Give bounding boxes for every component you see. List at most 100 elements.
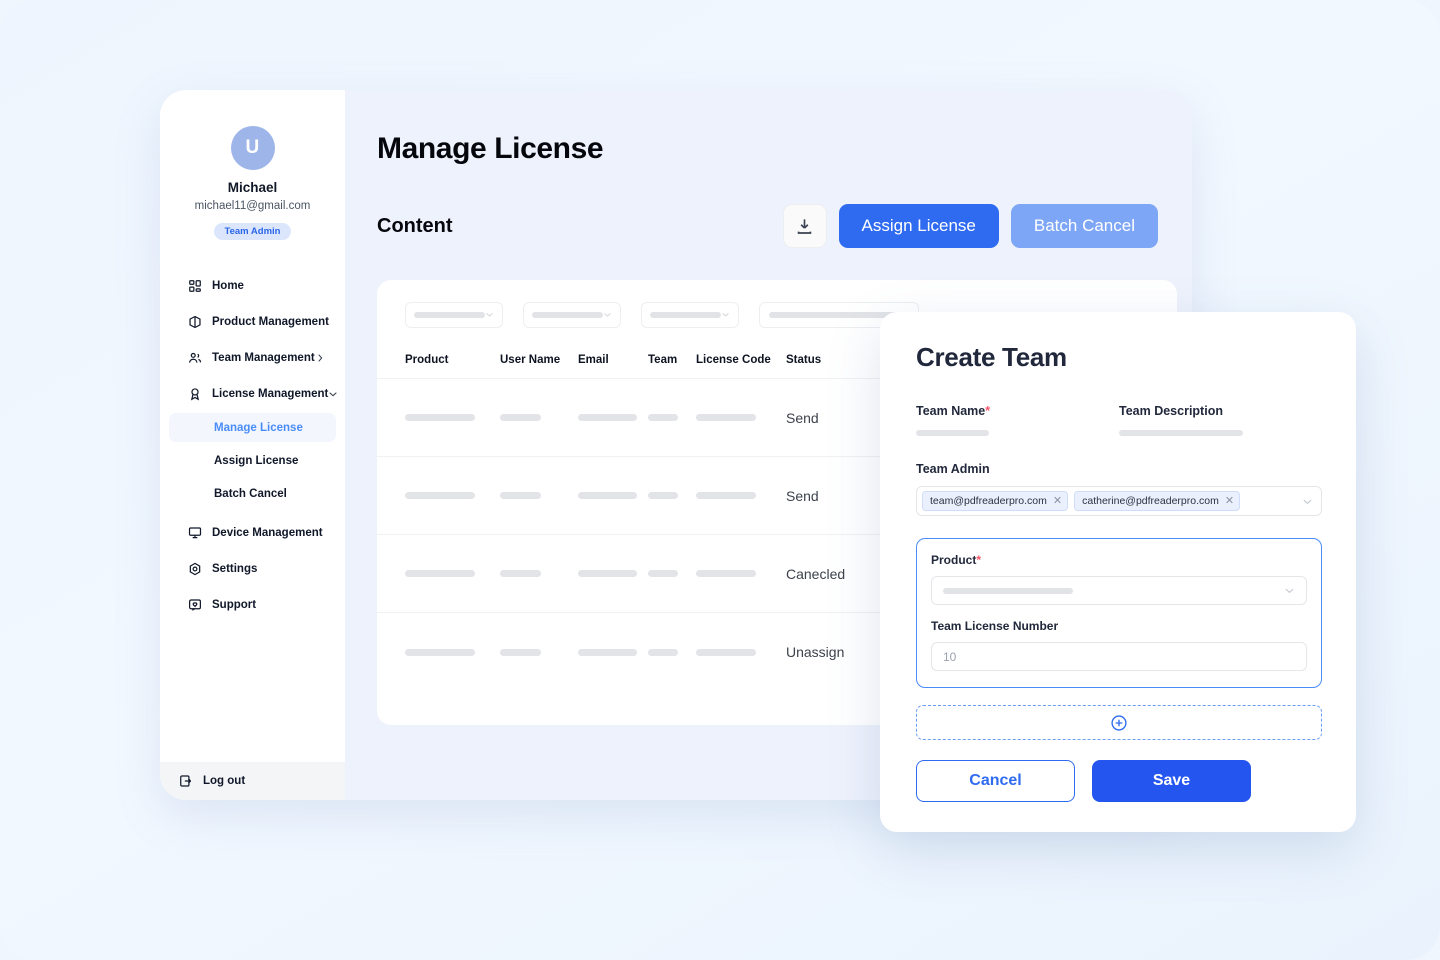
create-team-modal: Create Team Team Name* Team Description … xyxy=(880,312,1356,832)
team-license-number-label: Team License Number xyxy=(931,619,1307,633)
sidebar-item-manage-license[interactable]: Manage License xyxy=(169,413,336,442)
cell-team xyxy=(648,649,696,656)
sidebar-item-label: Home xyxy=(212,280,322,292)
product-placeholder xyxy=(943,588,1073,594)
team-description-field: Team Description xyxy=(1119,404,1322,436)
sidebar-item-device-management[interactable]: Device Management xyxy=(169,517,336,548)
cell-team xyxy=(648,492,696,499)
batch-cancel-button[interactable]: Batch Cancel xyxy=(1011,204,1158,248)
box-icon xyxy=(187,314,202,329)
plus-circle-icon xyxy=(1110,714,1128,732)
column-header-email: Email xyxy=(578,354,648,366)
required-marker: * xyxy=(976,553,981,567)
chevron-down-icon xyxy=(1284,585,1295,596)
cell-team xyxy=(648,570,696,577)
chevron-right-icon xyxy=(315,353,325,363)
team-license-number-input[interactable]: 10 xyxy=(931,642,1307,671)
cell-status: Unassign xyxy=(786,644,876,660)
close-icon[interactable]: ✕ xyxy=(1225,496,1234,507)
save-button[interactable]: Save xyxy=(1092,760,1251,802)
cell-product xyxy=(405,492,500,499)
profile-name: Michael xyxy=(160,180,345,195)
required-marker: * xyxy=(985,404,990,418)
name-description-row: Team Name* Team Description xyxy=(916,404,1322,436)
chevron-down-icon[interactable] xyxy=(1302,496,1313,507)
sidebar-item-label: Support xyxy=(212,599,322,611)
sidebar-subitem-label: Manage License xyxy=(214,422,303,434)
profile-email: michael11@gmail.com xyxy=(160,200,345,212)
column-header-status: Status xyxy=(786,354,876,366)
filter-placeholder xyxy=(650,312,721,318)
email-tag[interactable]: catherine@pdfreaderpro.com ✕ xyxy=(1074,491,1240,511)
sidebar-item-label: Device Management xyxy=(212,527,323,539)
sidebar-item-home[interactable]: Home xyxy=(169,270,336,301)
filter-select-3[interactable] xyxy=(641,302,739,328)
sidebar-subitem-label: Assign License xyxy=(214,455,298,467)
product-select[interactable] xyxy=(931,576,1307,605)
email-tag[interactable]: team@pdfreaderpro.com ✕ xyxy=(922,491,1068,511)
filter-select-1[interactable] xyxy=(405,302,503,328)
cell-status: Canecled xyxy=(786,566,876,582)
sidebar-item-license-management[interactable]: License Management xyxy=(169,378,336,409)
cell-email xyxy=(578,570,648,577)
product-block: Product* Team License Number 10 xyxy=(916,538,1322,688)
sidebar-item-label: Settings xyxy=(212,563,322,575)
sidebar-item-support[interactable]: Support xyxy=(169,589,336,620)
sidebar-item-label: License Management xyxy=(212,388,328,400)
column-header-product: Product xyxy=(405,354,500,366)
sidebar-item-label: Team Management xyxy=(212,352,315,364)
column-header-team: Team xyxy=(648,354,696,366)
cell-status: Send xyxy=(786,410,876,426)
sidebar: U Michael michael11@gmail.com Team Admin… xyxy=(160,90,345,800)
chevron-down-icon xyxy=(603,306,612,324)
sidebar-subitem-label: Batch Cancel xyxy=(214,488,287,500)
chevron-down-icon xyxy=(328,389,338,399)
support-icon xyxy=(187,597,202,612)
sidebar-item-batch-cancel[interactable]: Batch Cancel xyxy=(169,479,336,508)
assign-license-button[interactable]: Assign License xyxy=(839,204,999,248)
grid-icon xyxy=(187,278,202,293)
download-icon xyxy=(795,217,814,236)
sidebar-item-settings[interactable]: Settings xyxy=(169,553,336,584)
sidebar-item-product-management[interactable]: Product Management xyxy=(169,306,336,337)
add-product-button[interactable] xyxy=(916,705,1322,740)
logout-button[interactable]: Log out xyxy=(160,762,345,800)
cell-email xyxy=(578,414,648,421)
gear-icon xyxy=(187,561,202,576)
users-icon xyxy=(187,350,202,365)
content-label: Content xyxy=(377,215,783,238)
cell-user-name xyxy=(500,492,578,499)
cell-user-name xyxy=(500,570,578,577)
cell-product xyxy=(405,649,500,656)
cell-license-code xyxy=(696,492,786,499)
cancel-button[interactable]: Cancel xyxy=(916,760,1075,802)
content-toolbar: Content Assign License Batch Cancel xyxy=(377,204,1192,248)
cell-team xyxy=(648,414,696,421)
sidebar-item-label: Product Management xyxy=(212,316,329,328)
team-admin-input[interactable]: team@pdfreaderpro.com ✕ catherine@pdfrea… xyxy=(916,486,1322,516)
award-icon xyxy=(187,386,202,401)
sidebar-nav: Home Product Management xyxy=(160,270,345,762)
close-icon[interactable]: ✕ xyxy=(1053,496,1062,507)
cell-license-code xyxy=(696,414,786,421)
logout-icon xyxy=(178,774,193,789)
sidebar-item-team-management[interactable]: Team Management xyxy=(169,342,336,373)
team-description-input[interactable] xyxy=(1119,430,1243,436)
cell-user-name xyxy=(500,414,578,421)
cell-status: Send xyxy=(786,488,876,504)
team-name-field: Team Name* xyxy=(916,404,1119,436)
product-label: Product* xyxy=(931,553,1307,567)
team-description-label: Team Description xyxy=(1119,404,1322,418)
cell-email xyxy=(578,649,648,656)
download-button[interactable] xyxy=(783,204,827,248)
chevron-down-icon xyxy=(485,306,494,324)
email-tag-label: team@pdfreaderpro.com xyxy=(930,495,1047,507)
email-tag-label: catherine@pdfreaderpro.com xyxy=(1082,495,1219,507)
sidebar-item-assign-license[interactable]: Assign License xyxy=(169,446,336,475)
cell-license-code xyxy=(696,649,786,656)
chevron-down-icon xyxy=(721,306,730,324)
cell-user-name xyxy=(500,649,578,656)
cell-product xyxy=(405,570,500,577)
filter-select-2[interactable] xyxy=(523,302,621,328)
team-name-input[interactable] xyxy=(916,430,989,436)
